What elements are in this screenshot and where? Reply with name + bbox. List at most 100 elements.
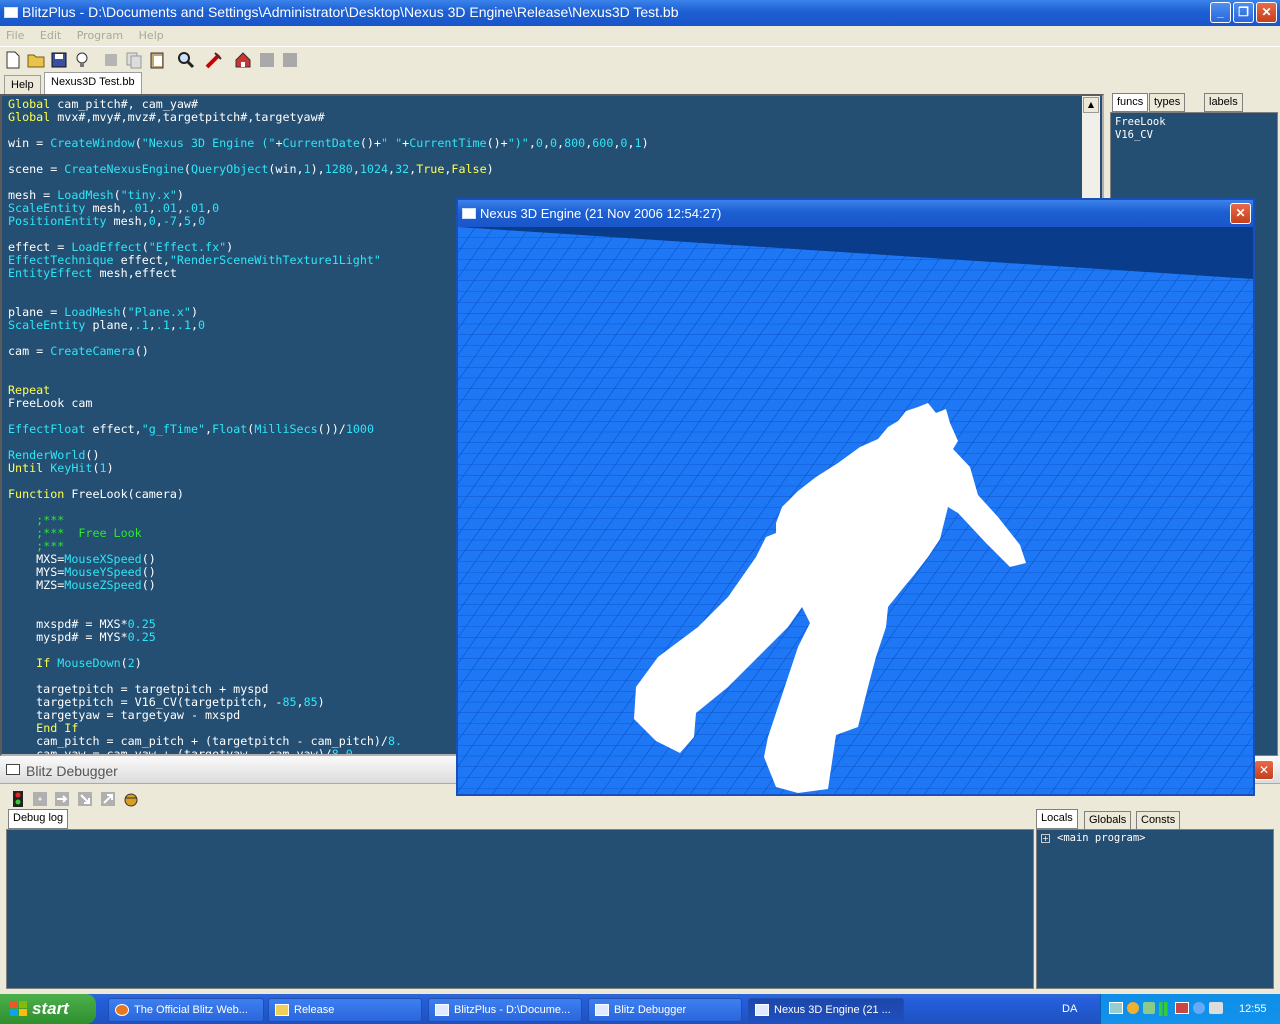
menu-file[interactable]: File <box>6 29 24 42</box>
clock-tray-icon[interactable] <box>1127 1002 1139 1014</box>
code-token: , <box>176 201 184 215</box>
maximize-button[interactable]: ❐ <box>1233 2 1254 23</box>
code-token: Function <box>8 487 65 501</box>
clock-time[interactable]: 12:55 <box>1239 1003 1267 1015</box>
code-token: mxspd# = MXS* <box>8 617 128 631</box>
app-icon <box>4 7 18 18</box>
code-line: Global mvx#,mvy#,mvz#,targetpitch#,targe… <box>8 111 649 124</box>
code-token: "Plane.x" <box>127 305 191 319</box>
main-window-title: BlitzPlus - D:\Documents and Settings\Ad… <box>22 4 679 20</box>
code-token: MouseZSpeed <box>64 578 142 592</box>
gear-tray-icon[interactable] <box>1143 1002 1155 1014</box>
display-tray-icon[interactable] <box>1175 1002 1189 1014</box>
code-token: FreeLook cam <box>8 396 93 410</box>
language-indicator[interactable]: DA <box>1062 1003 1077 1015</box>
render-viewport[interactable] <box>458 227 1253 794</box>
copy-icon[interactable] <box>125 51 143 69</box>
tab-labels[interactable]: labels <box>1204 93 1243 112</box>
tab-nexus3d-test[interactable]: Nexus3D Test.bb <box>44 72 142 94</box>
code-token: MYS= <box>8 565 65 579</box>
code-token: ) <box>317 695 325 709</box>
step-into-icon[interactable] <box>76 790 94 808</box>
step-out-icon[interactable] <box>99 790 117 808</box>
code-token: 600 <box>592 136 614 150</box>
tab-debug-log[interactable]: Debug log <box>8 809 69 829</box>
menu-program[interactable]: Program <box>77 29 123 42</box>
bug-icon[interactable] <box>122 790 140 808</box>
minimize-button[interactable]: _ <box>1210 2 1231 23</box>
cut-icon[interactable] <box>102 51 120 69</box>
network-icon[interactable] <box>1109 1002 1123 1014</box>
save-disk-icon[interactable] <box>50 51 68 69</box>
render-close-button[interactable]: ✕ <box>1230 203 1251 224</box>
volume-icon[interactable] <box>1209 1002 1223 1014</box>
stop-icon-2[interactable] <box>281 51 299 69</box>
start-button[interactable]: start <box>0 994 96 1024</box>
code-token: , <box>528 136 536 150</box>
code-token: ( <box>134 136 142 150</box>
code-token: ) <box>226 240 234 254</box>
func-item-v16-cv[interactable]: V16_CV <box>1115 129 1273 142</box>
tab-consts[interactable]: Consts <box>1136 811 1181 830</box>
debugger-close-button[interactable]: ✕ <box>1254 760 1274 780</box>
code-token: 0.25 <box>127 630 156 644</box>
code-token: () <box>85 448 100 462</box>
step-over-icon[interactable] <box>53 790 71 808</box>
code-token: -7 <box>162 214 177 228</box>
stop-icon[interactable] <box>258 51 276 69</box>
code-token: .1 <box>176 318 191 332</box>
task-nexus-engine[interactable]: Nexus 3D Engine (21 ... <box>748 998 904 1022</box>
task-release[interactable]: Release <box>268 998 422 1022</box>
code-token: 1280 <box>324 162 353 176</box>
expand-plus-icon[interactable]: + <box>1041 834 1050 843</box>
func-item-freelook[interactable]: FreeLook <box>1115 116 1273 129</box>
tab-locals[interactable]: Locals <box>1036 809 1078 829</box>
scroll-up-arrow-icon[interactable]: ▲ <box>1083 97 1099 113</box>
code-token: MilliSecs <box>254 422 318 436</box>
code-token: , <box>191 318 199 332</box>
task-blitz-debugger[interactable]: Blitz Debugger <box>588 998 742 1022</box>
task-label: BlitzPlus - D:\Docume... <box>454 1004 571 1016</box>
disk-tray-icon[interactable] <box>1193 1002 1205 1014</box>
tree-item-main-program[interactable]: <main program> <box>1057 832 1146 845</box>
menu-help[interactable]: Help <box>139 29 164 42</box>
code-token: effect = <box>8 240 72 254</box>
close-button[interactable]: ✕ <box>1256 2 1277 23</box>
debugger-title: Blitz Debugger <box>26 763 118 779</box>
signal-icon[interactable] <box>1159 1002 1171 1016</box>
menu-edit[interactable]: Edit <box>40 29 61 42</box>
code-token: scene = <box>8 162 65 176</box>
tab-help[interactable]: Help <box>4 75 41 94</box>
render-title-bar[interactable]: Nexus 3D Engine (21 Nov 2006 12:54:27) ✕ <box>458 200 1253 227</box>
code-token: 0 <box>148 214 156 228</box>
task-blitzplus[interactable]: BlitzPlus - D:\Docume... <box>428 998 582 1022</box>
tab-funcs[interactable]: funcs <box>1112 93 1149 112</box>
open-folder-icon[interactable] <box>27 51 45 69</box>
step-icon[interactable] <box>31 790 49 808</box>
code-token: True <box>416 162 445 176</box>
code-token: () <box>134 344 149 358</box>
run-icon[interactable] <box>205 51 223 69</box>
code-token: () <box>141 578 156 592</box>
tab-globals[interactable]: Globals <box>1084 811 1132 830</box>
paste-icon[interactable] <box>148 51 166 69</box>
tab-types[interactable]: types <box>1149 93 1186 112</box>
stop-light-icon[interactable] <box>9 790 27 808</box>
bulb-icon[interactable] <box>73 51 91 69</box>
code-token: Until <box>8 461 44 475</box>
home-icon[interactable] <box>234 51 252 69</box>
code-token: targetyaw = targetyaw - mxspd <box>8 708 241 722</box>
new-file-icon[interactable] <box>4 51 22 69</box>
code-token: plane = <box>8 305 65 319</box>
code-token: 1024 <box>359 162 389 176</box>
debug-log-area[interactable] <box>6 829 1034 989</box>
code-token: 0 <box>198 318 206 332</box>
main-title-bar[interactable]: BlitzPlus - D:\Documents and Settings\Ad… <box>0 0 1280 26</box>
find-icon[interactable] <box>177 51 195 69</box>
code-token: CurrentDate <box>282 136 360 150</box>
toolbar <box>0 46 1280 74</box>
task-blitz-web[interactable]: The Official Blitz Web... <box>108 998 264 1022</box>
code-token: ( <box>141 240 149 254</box>
code-token: CreateCamera <box>50 344 135 358</box>
code-token: ) <box>106 461 114 475</box>
